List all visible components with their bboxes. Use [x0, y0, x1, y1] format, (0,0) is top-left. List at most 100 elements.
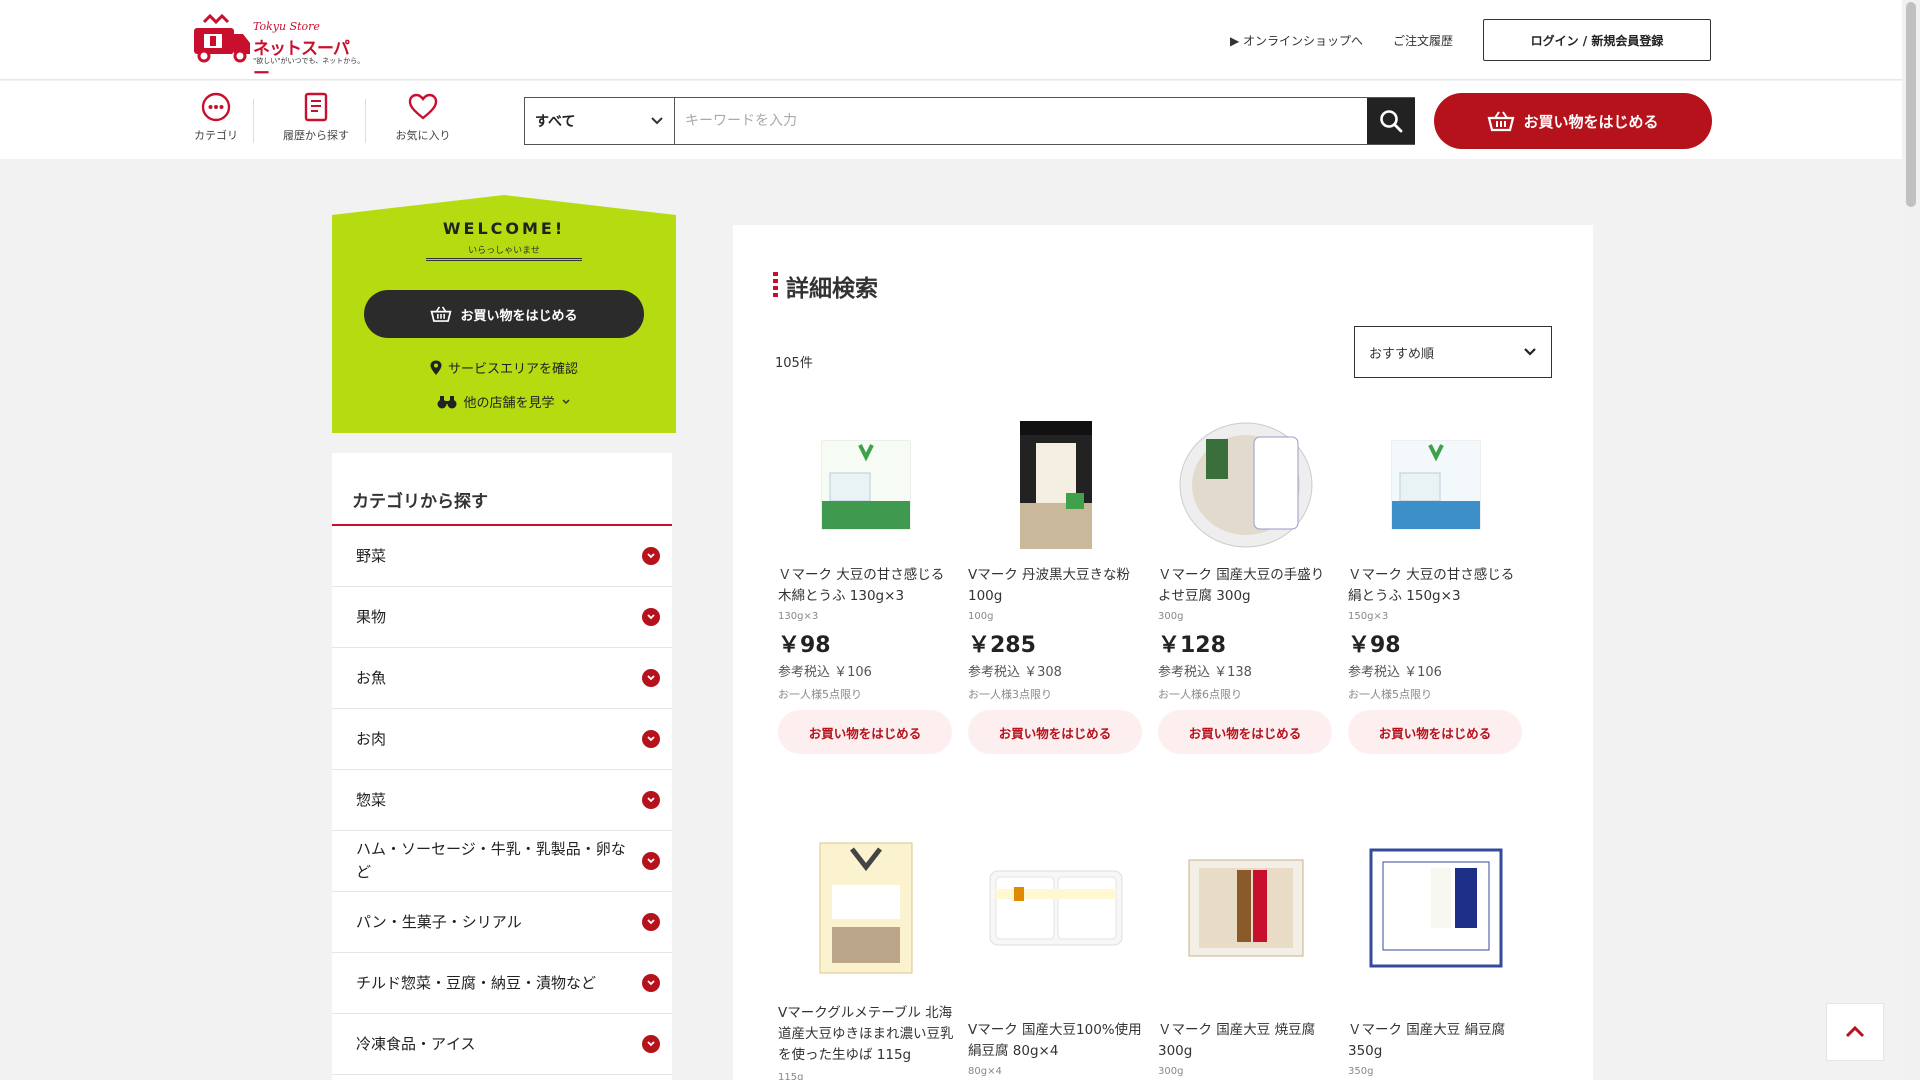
category-item-label: お魚: [356, 668, 387, 687]
kinu-tofu-4pack-image: [989, 870, 1122, 946]
buy-button[interactable]: お買い物をはじめる: [1158, 710, 1332, 754]
welcome-button-label: お買い物をはじめる: [460, 308, 578, 324]
product-image[interactable]: [968, 833, 1143, 983]
category-item[interactable]: チルド惣菜・豆腐・納豆・漬物など: [332, 953, 672, 1014]
service-area-label: サービスエリアを確認: [447, 362, 578, 377]
sort-value: おすすめ順: [1369, 346, 1435, 362]
category-item[interactable]: ハム・ソーセージ・牛乳・乳製品・卵など: [332, 831, 672, 892]
category-item-label: パン・生菓子・シリアル: [356, 912, 522, 931]
product-name[interactable]: Ｖマーク 国産大豆 焼豆腐 300g: [1158, 1020, 1336, 1062]
tofu-pack-image: [821, 440, 910, 530]
basket-icon: [1488, 111, 1515, 132]
product-image[interactable]: [778, 410, 953, 560]
page-scrollbar[interactable]: [1902, 0, 1920, 1080]
chevron-down-icon[interactable]: [642, 791, 660, 809]
chevron-down-icon[interactable]: [642, 669, 660, 687]
product-name[interactable]: Vマーク 国産大豆100%使用 絹豆腐 80g×4: [968, 1020, 1146, 1062]
product-limit: お一人様5点限り: [778, 688, 862, 701]
nav-favorites-label: お気に入り: [395, 129, 451, 142]
product-image[interactable]: [778, 833, 953, 983]
sort-select[interactable]: おすすめ順: [1354, 326, 1552, 378]
category-list: 野菜果物お魚お肉惣菜ハム・ソーセージ・牛乳・乳製品・卵などパン・生菓子・シリアル…: [332, 526, 672, 1075]
nav-favorites[interactable]: お気に入り: [390, 91, 456, 147]
scrollbar-thumb[interactable]: [1906, 2, 1916, 207]
nav-category-label: カテゴリ: [194, 129, 238, 142]
product-name[interactable]: Ｖマーク 国産大豆 絹豆腐 350g: [1348, 1020, 1526, 1062]
order-history-link[interactable]: ご注文履歴: [1393, 32, 1453, 49]
chevron-down-icon[interactable]: [642, 608, 660, 626]
category-item[interactable]: 冷凍食品・アイス: [332, 1014, 672, 1075]
search-results-panel: 詳細検索 105件 おすすめ順 Ｖマーク 大豆の甘さ感じる木綿とうふ 130g×…: [733, 225, 1593, 1080]
truck-logo-icon: [194, 14, 250, 63]
category-item-label: 惣菜: [356, 790, 387, 809]
product-image[interactable]: [1348, 410, 1523, 560]
login-register-button[interactable]: ログイン / 新規会員登録: [1483, 19, 1711, 61]
search-icon: [1380, 110, 1403, 133]
product-limit: お一人様5点限り: [1348, 688, 1432, 701]
chevron-down-icon[interactable]: [642, 974, 660, 992]
chevron-down-icon[interactable]: [642, 730, 660, 748]
chevron-down-icon[interactable]: [642, 547, 660, 565]
search-category-select[interactable]: すべて: [525, 98, 675, 144]
yuba-pack-image: [819, 842, 912, 974]
product-image[interactable]: [1158, 410, 1333, 560]
header-top: Tokyu Store ネットスーパー "欲しい"がいつでも、ネットから。 ▶ …: [0, 0, 1902, 84]
category-item-label: お肉: [356, 729, 387, 748]
product-size: 150g×3: [1348, 611, 1389, 622]
category-item[interactable]: お肉: [332, 709, 672, 770]
product-size: 300g: [1158, 1066, 1184, 1077]
start-shopping-button-header[interactable]: お買い物をはじめる: [1434, 93, 1712, 149]
welcome-subtitle: いらっしゃいませ: [468, 246, 540, 256]
product-size: 115g: [778, 1072, 804, 1080]
nav-category[interactable]: カテゴリ: [190, 91, 242, 147]
nav-history[interactable]: 履歴から探す: [276, 91, 356, 147]
search-button[interactable]: [1367, 98, 1415, 144]
start-shopping-button-welcome[interactable]: お買い物をはじめる: [364, 290, 644, 338]
buy-button[interactable]: お買い物をはじめる: [1348, 710, 1522, 754]
welcome-divider: [426, 258, 582, 261]
chevron-up-icon: [1845, 1025, 1865, 1038]
category-item[interactable]: 野菜: [332, 526, 672, 587]
dots-circle-icon: [201, 92, 231, 122]
basket-icon: [430, 306, 453, 322]
product-image[interactable]: [1348, 833, 1523, 983]
product-price: ￥98: [1348, 633, 1401, 658]
chevron-down-icon[interactable]: [642, 913, 660, 931]
tofu-pack-image: [1391, 440, 1480, 530]
heading-accent-bar: [773, 272, 778, 300]
category-panel-title: カテゴリから探す: [332, 453, 672, 526]
category-item[interactable]: パン・生菓子・シリアル: [332, 892, 672, 953]
product-name[interactable]: Ｖマーク 大豆の甘さ感じる木綿とうふ 130g×3: [778, 565, 956, 607]
header-nav-bar: カテゴリ 履歴から探す お気に入り すべて キーワードを入力 お買い物をはじめる: [0, 81, 1902, 159]
product-name[interactable]: Ｖマーク 大豆の甘さ感じる絹とうふ 150g×3: [1348, 565, 1526, 607]
buy-button[interactable]: お買い物をはじめる: [968, 710, 1142, 754]
search-bar: すべて: [524, 97, 1415, 145]
other-stores-link[interactable]: 他の店舗を見学: [332, 392, 676, 411]
chevron-down-icon[interactable]: [642, 1035, 660, 1053]
product-size: 130g×3: [778, 611, 819, 622]
category-item[interactable]: お魚: [332, 648, 672, 709]
nav-divider: [253, 99, 254, 143]
product-name[interactable]: Vマーク 丹波黒大豆きな粉 100g: [968, 565, 1146, 607]
category-item[interactable]: 果物: [332, 587, 672, 648]
scroll-to-top-button[interactable]: [1826, 1003, 1884, 1061]
category-item-label: 野菜: [356, 546, 387, 565]
product-name[interactable]: Ｖマーク 国産大豆の手盛りよせ豆腐 300g: [1158, 565, 1336, 607]
service-area-link[interactable]: サービスエリアを確認: [332, 358, 676, 377]
history-list-icon: [304, 92, 328, 122]
logo-brand-small: Tokyu Store: [253, 20, 320, 33]
kinu-tofu-image: [1369, 848, 1502, 968]
other-stores-label: 他の店舗を見学: [463, 396, 555, 411]
chevron-down-icon[interactable]: [642, 852, 660, 870]
product-image[interactable]: [968, 410, 1143, 560]
online-shop-link[interactable]: ▶ オンラインショップへ: [1230, 32, 1363, 49]
product-tax-price: 参考税込 ￥106: [1348, 665, 1442, 680]
buy-button[interactable]: お買い物をはじめる: [778, 710, 952, 754]
start-shopping-label: お買い物をはじめる: [1523, 112, 1659, 131]
search-input[interactable]: [675, 98, 1367, 144]
product-image[interactable]: [1158, 833, 1333, 983]
logo-tagline: "欲しい"がいつでも、ネットから。: [253, 57, 365, 65]
site-logo[interactable]: Tokyu Store ネットスーパー "欲しい"がいつでも、ネットから。: [190, 12, 364, 84]
category-item[interactable]: 惣菜: [332, 770, 672, 831]
product-name[interactable]: Vマークグルメテーブル 北海道産大豆ゆきほまれ濃い豆乳を使った生ゆば 115g: [778, 1003, 956, 1066]
